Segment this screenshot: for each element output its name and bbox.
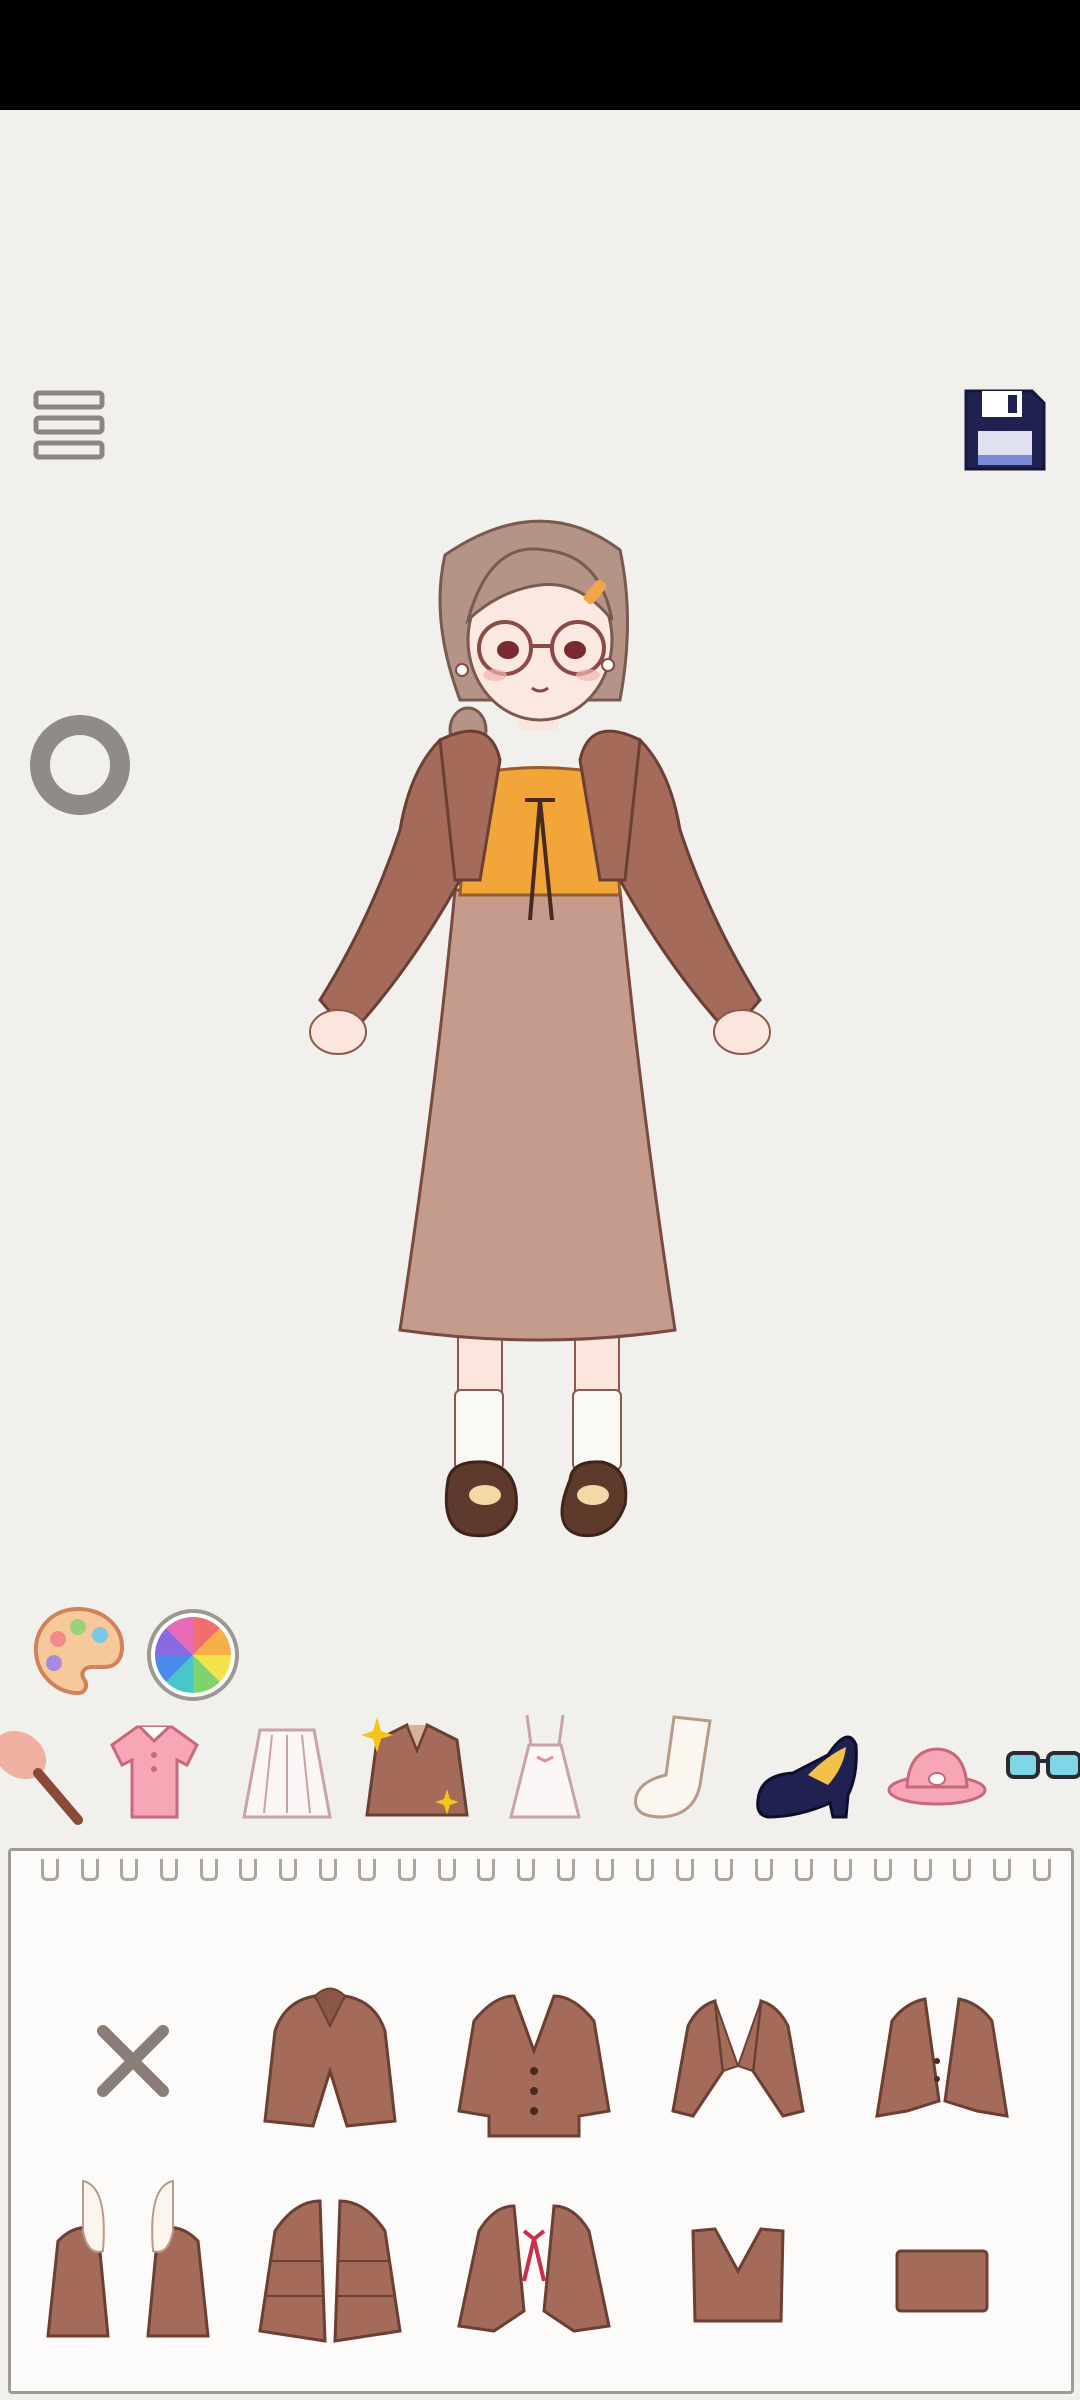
category-hat[interactable] — [885, 1705, 990, 1830]
rotate-button[interactable] — [28, 713, 132, 817]
cardigan-icon — [457, 1994, 611, 2138]
glasses-icon — [1006, 1751, 1080, 1779]
bow-cardigan-icon — [457, 2204, 611, 2333]
item-puffer-jacket[interactable] — [235, 2161, 425, 2361]
item-fur-jacket[interactable] — [33, 2161, 223, 2361]
item-cardigan[interactable] — [439, 1951, 629, 2151]
hooded-jacket-icon — [263, 1987, 397, 2128]
blazer-icon — [875, 1997, 1009, 2118]
vest-icon — [691, 2227, 785, 2323]
fur-jacket-icon — [46, 2179, 210, 2338]
character-doll — [290, 500, 790, 1580]
x-icon — [97, 2025, 169, 2097]
ring-icon — [30, 715, 130, 815]
category-shoes[interactable] — [748, 1705, 863, 1830]
hamburger-menu-icon — [33, 390, 105, 460]
makeup-brush-icon — [0, 1730, 83, 1825]
hat-icon — [887, 1747, 987, 1806]
shirt-icon — [110, 1725, 199, 1819]
bolero-icon — [671, 1999, 805, 2118]
menu-button[interactable] — [30, 385, 110, 465]
item-bow-cardigan[interactable] — [439, 2161, 629, 2361]
item-none[interactable] — [33, 1951, 223, 2151]
category-top[interactable] — [92, 1705, 217, 1830]
save-button[interactable] — [960, 385, 1050, 475]
item-blazer[interactable] — [847, 1951, 1037, 2151]
item-hooded-jacket[interactable] — [235, 1951, 425, 2151]
item-vest[interactable] — [643, 2161, 833, 2361]
category-skirt[interactable] — [232, 1705, 342, 1830]
jacket-icon — [361, 1717, 469, 1817]
category-socks[interactable] — [622, 1705, 722, 1830]
category-dress[interactable] — [495, 1705, 595, 1830]
category-glasses[interactable] — [1004, 1705, 1080, 1830]
floppy-disk-icon — [964, 389, 1046, 471]
puffer-jacket-icon — [258, 2199, 402, 2343]
item-bolero[interactable] — [643, 1951, 833, 2151]
status-bar — [0, 0, 1080, 110]
palette-icon — [33, 1606, 125, 1696]
color-wheel-icon — [147, 1609, 239, 1701]
item-panel — [8, 1848, 1074, 2394]
skirt-icon — [242, 1728, 332, 1819]
sock-icon — [634, 1715, 712, 1819]
palette-button[interactable] — [30, 1603, 126, 1699]
tube-top-icon — [895, 2249, 989, 2313]
category-jacket-selected[interactable] — [355, 1705, 480, 1830]
shoe-icon — [756, 1735, 858, 1819]
notebook-rings — [41, 1859, 1051, 1885]
color-wheel-button[interactable] — [146, 1608, 240, 1702]
item-tube-top[interactable] — [847, 2161, 1037, 2361]
dress-icon — [509, 1714, 581, 1819]
category-makeup-brush[interactable] — [0, 1705, 85, 1830]
